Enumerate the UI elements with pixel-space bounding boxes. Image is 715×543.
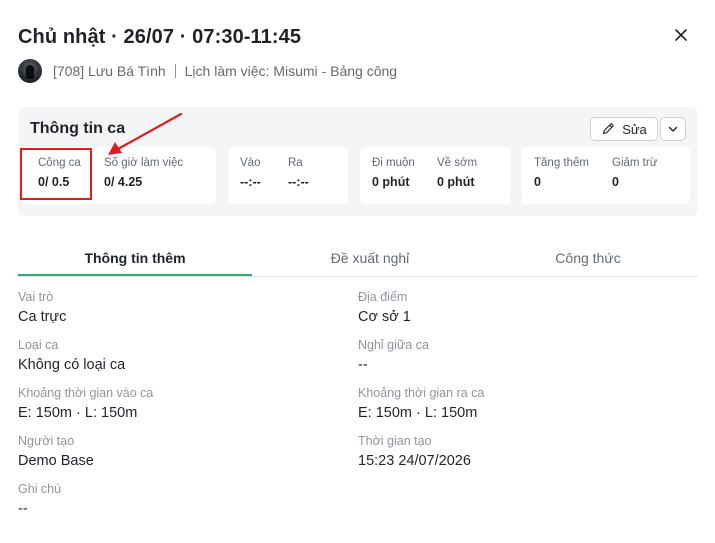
late-early-card: Đi muộn 0 phút Về sớm 0 phút (360, 147, 510, 204)
field-value: Demo Base (18, 453, 94, 469)
field-value: -- (358, 357, 368, 373)
field-kt-ra-ca: Khoảng thời gian ra ca E: 150m · L: 150m (358, 386, 484, 421)
tab-bar: Thông tin thêm Đề xuất nghỉ Công thức (18, 240, 698, 277)
field-ghi-chu: Ghi chú -- (18, 482, 61, 517)
employee-row: [708] Lưu Bá Tình Lịch làm việc: Misumi … (18, 59, 397, 83)
stat-label: Giảm trừ (612, 157, 658, 169)
stat-value: 0 phút (372, 175, 410, 189)
field-value: 15:23 24/07/2026 (358, 453, 471, 469)
edit-button[interactable]: Sửa (590, 117, 658, 141)
stat-cong-ca: Công ca 0/ 0.5 (38, 157, 81, 189)
tab-cong-thuc[interactable]: Công thức (488, 240, 688, 276)
stat-value: 0 (612, 175, 619, 189)
work-card: Công ca 0/ 0.5 Số giờ làm việc 0/ 4.25 (20, 147, 216, 204)
page-title: Chủ nhật · 26/07 · 07:30-11:45 (18, 26, 302, 48)
stat-label: Đi muộn (372, 157, 415, 169)
stat-ra: Ra --:-- (288, 157, 309, 189)
field-dia-diem: Địa điểm Cơ sở 1 (358, 290, 411, 325)
stat-label: Ra (288, 157, 303, 169)
stat-value: --:-- (288, 175, 309, 189)
divider (174, 64, 176, 78)
field-label: Khoảng thời gian ra ca (358, 386, 485, 400)
more-options-button[interactable] (660, 117, 686, 141)
stat-label: Số giờ làm việc (104, 157, 184, 169)
shift-info-panel: Thông tin ca Sửa Công ca 0/ 0.5 Số giờ l… (18, 107, 698, 216)
close-button[interactable] (672, 26, 690, 44)
field-label: Ghi chú (18, 482, 62, 496)
panel-title: Thông tin ca (30, 120, 126, 137)
stat-label: Công ca (38, 157, 81, 169)
adjustment-card: Tăng thêm 0 Giảm trừ 0 (522, 147, 690, 204)
field-value: Không có loại ca (18, 357, 126, 373)
tab-thong-tin-them[interactable]: Thông tin thêm (18, 240, 252, 276)
field-value: -- (18, 501, 28, 517)
close-icon (675, 29, 687, 41)
field-thoi-gian-tao: Thời gian tạo 15:23 24/07/2026 (358, 434, 471, 469)
stat-label: Về sớm (437, 157, 478, 169)
stat-vao: Vào --:-- (240, 157, 261, 189)
chevron-down-icon (668, 126, 678, 132)
field-label: Người tạo (18, 434, 75, 448)
employee-name: [708] Lưu Bá Tình (53, 63, 166, 79)
stat-tang-them: Tăng thêm 0 (534, 157, 589, 189)
field-label: Khoảng thời gian vào ca (18, 386, 154, 400)
stat-giam-tru: Giảm trừ 0 (612, 157, 657, 189)
field-label: Loại ca (18, 338, 59, 352)
field-value: E: 150m · L: 150m (358, 405, 478, 421)
tab-de-xuat-nghi[interactable]: Đề xuất nghỉ (258, 240, 482, 276)
field-value: Cơ sở 1 (358, 309, 411, 325)
stat-label: Vào (240, 157, 261, 169)
pencil-icon (603, 123, 614, 135)
stat-value: 0 phút (437, 175, 475, 189)
field-value: E: 150m · L: 150m (18, 405, 138, 421)
stat-value: 0 (534, 175, 541, 189)
field-nghi-giua-ca: Nghỉ giữa ca -- (358, 338, 429, 373)
schedule-name: Lịch làm việc: Misumi - Bảng công (184, 63, 398, 79)
field-label: Vai trò (18, 290, 54, 304)
field-nguoi-tao: Người tạo Demo Base (18, 434, 94, 469)
stat-ve-som: Về sớm 0 phút (437, 157, 477, 189)
stat-value: 0/ 0.5 (38, 175, 70, 189)
stat-di-muon: Đi muộn 0 phút (372, 157, 415, 189)
field-value: Ca trực (18, 309, 67, 325)
stat-value: 0/ 4.25 (104, 175, 143, 189)
stat-label: Tăng thêm (534, 157, 589, 169)
field-label: Nghỉ giữa ca (358, 338, 429, 352)
field-vai-tro: Vai trò Ca trực (18, 290, 66, 325)
field-label: Thời gian tạo (358, 434, 432, 448)
avatar (18, 59, 42, 83)
checkin-card: Vào --:-- Ra --:-- (229, 147, 348, 204)
field-label: Địa điểm (358, 290, 408, 304)
stat-so-gio: Số giờ làm việc 0/ 4.25 (104, 157, 183, 189)
stat-value: --:-- (240, 175, 261, 189)
edit-label: Sửa (622, 121, 647, 137)
field-loai-ca: Loại ca Không có loại ca (18, 338, 125, 373)
field-kt-vao-ca: Khoảng thời gian vào ca E: 150m · L: 150… (18, 386, 153, 421)
